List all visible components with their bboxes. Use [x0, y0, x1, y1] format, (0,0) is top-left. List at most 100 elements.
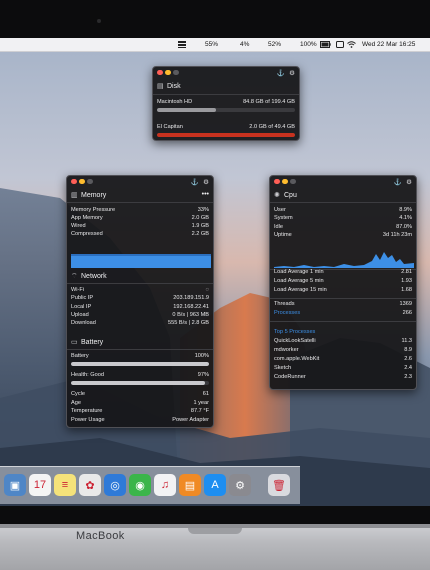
load-average-row-label: Load Average 5 min	[274, 278, 324, 284]
memory-stat-row: Memory Pressure 33%	[71, 207, 209, 214]
divider	[67, 283, 213, 284]
divider	[270, 298, 416, 299]
preview-icon[interactable]: ▣	[4, 474, 26, 496]
calendar-icon[interactable]: 17	[29, 474, 51, 496]
memory-stat-row-label: App Memory	[71, 215, 103, 221]
cpu-stat-row-value: 8.9%	[399, 207, 412, 213]
notes-icon[interactable]: ≡	[54, 474, 76, 496]
cpu-stat-row: Idle 87.0%	[274, 224, 412, 231]
top-process-row: QuickLookSatelli 11.3	[274, 338, 412, 345]
menu-memory-percent[interactable]: 52%	[268, 41, 281, 48]
menu-disk-percent[interactable]: 55%	[205, 41, 218, 48]
load-average-row-label: Load Average 1 min	[274, 269, 324, 275]
battery-stat-row-label: Age	[71, 399, 81, 406]
battery-icon: ▭	[71, 339, 78, 346]
cpu-stat-row-label: User	[274, 207, 286, 213]
cpu-stat-row: Uptime 3d 11h 23m	[274, 232, 412, 239]
load-average-row-value: 1.68	[401, 287, 412, 293]
minimize-button[interactable]	[165, 69, 171, 75]
network-stat-row-label: Public IP	[71, 295, 94, 302]
top-processes-header: Top 5 Processes	[274, 329, 412, 336]
trash-icon[interactable]: 🗑	[268, 474, 290, 496]
wifi-icon[interactable]	[347, 41, 356, 48]
top-process-row-label: mdworker	[274, 347, 299, 353]
menu-extra-icon[interactable]	[336, 41, 344, 48]
top-process-row-label: QuickLookSatelli	[274, 338, 316, 344]
top-process-row: com.apple.WebKit 2.6	[274, 356, 412, 363]
facetime-icon[interactable]: ◉	[129, 474, 151, 496]
gear-icon[interactable]: ⚙	[203, 178, 209, 186]
load-average-row-value: 2.81	[401, 269, 412, 275]
battery-stat-row-value: 61	[202, 391, 209, 397]
count-row-label: Threads	[274, 301, 295, 307]
network-stat-row-value: ◌	[205, 287, 209, 293]
system-preferences-icon[interactable]: ⚙	[229, 474, 251, 496]
minimize-button[interactable]	[282, 178, 288, 184]
safari-icon[interactable]: ◎	[104, 474, 126, 496]
menu-clock[interactable]: Wed 22 Mar 16:25	[362, 41, 415, 48]
gear-icon[interactable]: ⚙	[289, 69, 295, 77]
network-stat-row-label: Local IP	[71, 303, 92, 310]
more-button[interactable]: •••	[202, 191, 209, 198]
app-store-icon[interactable]: A	[204, 474, 226, 496]
battery-level-label: Battery	[71, 353, 89, 359]
memory-stat-row-label: Compressed	[71, 231, 103, 237]
ibooks-icon[interactable]: ▤	[179, 474, 201, 496]
brand-label: MacBook	[76, 530, 125, 542]
network-stat-row: Local IP 192.168.22.41	[71, 304, 209, 311]
network-stat-row: Upload 0 B/s | 963 MB	[71, 312, 209, 319]
cpu-icon: ✺	[274, 192, 280, 199]
zoom-button[interactable]	[173, 69, 179, 75]
disk-volume-row: El Capitan 2.0 GB of 49.4 GB	[157, 124, 295, 131]
menu-battery-percent[interactable]: 100%	[300, 41, 317, 48]
menu-bar: 55% 4% 52% 100% Wed 22 Mar 16:25	[0, 38, 430, 52]
battery-health-row: Health: Good 97%	[71, 372, 209, 379]
volume-usage-fill	[157, 108, 217, 112]
battery-title: Battery	[81, 339, 104, 346]
volume-usage-fill	[157, 133, 295, 137]
anchor-icon[interactable]: ⚓	[394, 178, 402, 186]
network-icon: ⌔	[71, 273, 78, 280]
cpu-stat-row-value: 4.1%	[399, 215, 412, 222]
top-process-row: CodeRunner 2.3	[274, 374, 412, 381]
close-button[interactable]	[157, 69, 163, 75]
battery-stat-row-label: Cycle	[71, 391, 85, 397]
anchor-icon[interactable]: ⚓	[277, 69, 285, 77]
cpu-stat-row-value: 87.0%	[396, 223, 412, 230]
battery-stat-row-value: 87.7 °F	[190, 408, 209, 414]
cpu-stat-row: System 4.1%	[274, 215, 412, 222]
memory-titlebar: ⚓ ⚙	[67, 176, 213, 186]
battery-level-value: 100%	[194, 353, 209, 359]
network-header: ⌔ Network	[71, 272, 209, 281]
battery-stat-row: Temperature 87.7 °F	[71, 408, 209, 415]
dock: ▣ 17 ≡ ✿ ◎ ◉ ♫ ▤ A ⚙ 🗑	[0, 466, 300, 504]
itunes-icon[interactable]: ♫	[154, 474, 176, 496]
photos-icon[interactable]: ✿	[79, 474, 101, 496]
memory-stat-row-label: Wired	[71, 223, 86, 229]
stats-menu-icon[interactable]	[178, 41, 186, 48]
count-row-value: 1369	[399, 301, 412, 307]
network-stat-row-value: 555 B/s | 2.8 GB	[168, 320, 209, 327]
battery-stat-row: Power Usage Power Adapter	[71, 417, 209, 424]
cpu-stat-row-label: System	[274, 215, 293, 222]
battery-level-fill	[71, 362, 209, 366]
divider	[153, 94, 299, 95]
volume-usage-bar	[157, 133, 295, 137]
network-stat-row: Public IP 203.189.151.9	[71, 295, 209, 302]
divider	[270, 321, 416, 322]
network-stat-row-value: 203.189.151.9	[173, 295, 209, 302]
close-button[interactable]	[71, 178, 77, 184]
top-process-row-value: 11.3	[401, 338, 412, 344]
menu-cpu-percent[interactable]: 4%	[240, 41, 249, 48]
battery-level-bar	[71, 362, 209, 366]
cpu-stat-row-value: 3d 11h 23m	[382, 231, 412, 238]
cpu-stat-row-label: Uptime	[274, 231, 292, 238]
disk-header: ▤ Disk	[157, 82, 295, 91]
minimize-button[interactable]	[79, 178, 85, 184]
gear-icon[interactable]: ⚙	[406, 178, 412, 186]
close-button[interactable]	[274, 178, 280, 184]
battery-icon[interactable]	[320, 41, 331, 48]
zoom-button[interactable]	[87, 178, 93, 184]
anchor-icon[interactable]: ⚓	[191, 178, 199, 186]
zoom-button[interactable]	[290, 178, 296, 184]
